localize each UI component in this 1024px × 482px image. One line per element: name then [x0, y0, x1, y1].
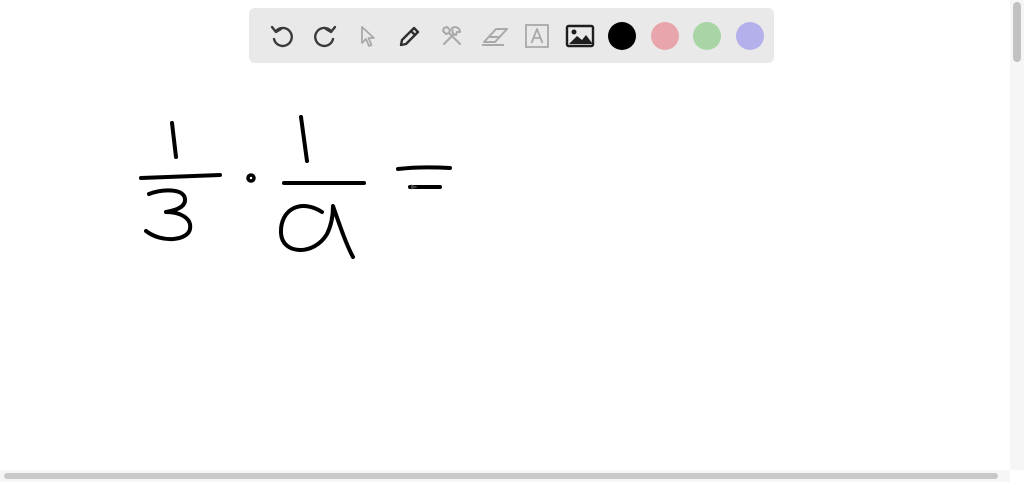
select-button[interactable] — [346, 16, 389, 56]
image-button[interactable] — [559, 16, 602, 56]
vertical-scroll-thumb[interactable] — [1013, 2, 1021, 62]
redo-button[interactable] — [304, 16, 347, 56]
undo-button[interactable] — [261, 16, 304, 56]
text-box-button[interactable] — [516, 16, 559, 56]
horizontal-scroll-thumb[interactable] — [4, 473, 998, 479]
text-box-icon — [525, 23, 550, 48]
whiteboard-app — [0, 0, 1024, 482]
color-pink[interactable] — [644, 16, 687, 56]
tools-button[interactable] — [431, 16, 474, 56]
color-swatch-lavender — [735, 21, 764, 50]
color-green[interactable] — [686, 16, 729, 56]
tools-icon — [442, 25, 462, 45]
select-pointer-icon — [361, 25, 376, 47]
color-swatch-green — [693, 21, 722, 50]
numerator-one-stroke-2 — [299, 115, 309, 163]
drawing-canvas[interactable] — [0, 0, 1024, 482]
color-black[interactable] — [601, 16, 644, 56]
pen-button[interactable] — [389, 16, 432, 56]
letter-a-stroke — [278, 204, 355, 259]
digit-three-stroke — [144, 188, 193, 241]
eraser-button[interactable] — [474, 16, 517, 56]
equals-top-stroke — [396, 165, 452, 171]
undo-icon — [271, 25, 294, 47]
toolbar — [249, 8, 774, 63]
vertical-scrollbar[interactable] — [1010, 0, 1024, 470]
fraction-bar-stroke — [139, 173, 222, 180]
eraser-icon — [481, 27, 508, 46]
multiply-dot-stroke — [246, 173, 256, 183]
color-swatch-pink — [650, 21, 679, 50]
redo-icon — [313, 25, 336, 47]
color-lavender[interactable] — [729, 16, 772, 56]
color-swatch-black — [608, 21, 637, 50]
numerator-one-stroke — [170, 121, 178, 159]
image-icon — [565, 24, 594, 47]
pen-icon — [399, 26, 419, 46]
horizontal-scrollbar[interactable] — [0, 470, 1010, 482]
